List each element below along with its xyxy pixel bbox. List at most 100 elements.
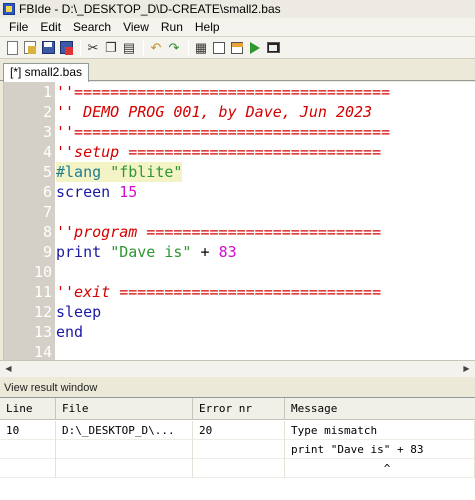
result-row[interactable]: ^ — [0, 459, 475, 478]
result-cell — [56, 459, 193, 478]
line-number: 10 — [33, 263, 52, 281]
code-token: ''=================================== — [56, 83, 391, 101]
window-title: FBIde - D:\_DESKTOP_D\D-CREATE\small2.ba… — [19, 2, 281, 16]
result-cell — [193, 440, 285, 459]
copy-icon: ❐ — [105, 39, 117, 55]
code-editor[interactable]: 1 ''=================================== 2 '… — [3, 82, 475, 360]
compile-button[interactable] — [229, 40, 245, 56]
code-token: sleep — [56, 303, 102, 321]
column-header-message[interactable]: Message — [285, 398, 475, 420]
close-file-button[interactable] — [58, 40, 74, 56]
code-line[interactable]: 1 ''=================================== — [4, 82, 475, 102]
result-cell: 20 — [193, 421, 285, 440]
result-row[interactable]: 10 D:\_DESKTOP_D\... 20 Type mismatch — [0, 421, 475, 440]
window-split-button[interactable] — [211, 40, 227, 56]
tab-small2-bas[interactable]: [*] small2.bas — [3, 63, 90, 82]
code-token: print — [56, 243, 111, 261]
code-line[interactable]: 4 ''setup ============================ — [4, 142, 475, 162]
code-line[interactable]: 8 ''program ========================== — [4, 222, 475, 242]
result-cell — [0, 459, 56, 478]
code-line[interactable]: 6 screen 15 — [4, 182, 475, 202]
editor-horizontal-scrollbar[interactable]: ◀ ▶ — [0, 360, 475, 377]
code-token: #lang — [56, 163, 111, 181]
column-header-error-nr[interactable]: Error nr — [193, 398, 285, 420]
paste-button[interactable]: ▤ — [121, 40, 137, 56]
fbide-app-icon — [3, 3, 15, 15]
window-button[interactable]: ▦ — [193, 40, 209, 56]
undo-button[interactable]: ↶ — [148, 40, 164, 56]
code-line[interactable]: 11 ''exit ============================= — [4, 282, 475, 302]
column-header-file[interactable]: File — [56, 398, 193, 420]
toolbar-separator — [143, 39, 144, 56]
line-number: 7 — [42, 203, 52, 221]
menu-file[interactable]: File — [3, 18, 34, 37]
code-token: "Dave is" — [110, 243, 192, 261]
code-text: ''=================================== — [56, 82, 390, 102]
compile-icon — [231, 41, 243, 54]
menu-search[interactable]: Search — [67, 18, 117, 37]
result-cell — [0, 440, 56, 459]
code-line[interactable]: 14 — [4, 342, 475, 360]
line-number: 4 — [42, 143, 52, 161]
code-token: '' DEMO PROG 001, by Dave, Jun 2023 — [56, 103, 373, 121]
code-line[interactable]: 5 #lang "fblite" — [4, 162, 475, 182]
column-header-line[interactable]: Line — [0, 398, 56, 420]
code-token: end — [56, 323, 84, 341]
result-cell: D:\_DESKTOP_D\... — [56, 421, 193, 440]
code-line[interactable]: 10 — [4, 262, 475, 282]
scroll-right-icon[interactable]: ▶ — [458, 361, 475, 377]
save-button[interactable] — [40, 40, 56, 56]
code-text: end — [56, 322, 83, 342]
code-token: 83 — [218, 243, 237, 261]
result-cell: 10 — [0, 421, 56, 440]
code-text: #lang "fblite" — [56, 162, 183, 182]
toolbar-separator — [80, 39, 81, 56]
result-cell: Type mismatch — [285, 421, 475, 440]
result-window-title: View result window — [0, 380, 475, 396]
menu-view[interactable]: View — [117, 18, 155, 37]
cut-button[interactable]: ✂ — [85, 40, 101, 56]
result-cell — [193, 459, 285, 478]
line-number: 13 — [33, 323, 52, 341]
line-number: 14 — [33, 343, 52, 360]
code-line[interactable]: 9 print "Dave is" + 83 — [4, 242, 475, 262]
code-text: ''program ========================== — [56, 222, 381, 242]
code-token: "fblite" — [110, 163, 183, 181]
result-cell: print "Dave is" + 83 — [285, 440, 475, 459]
line-number: 11 — [33, 283, 52, 301]
close-file-icon — [59, 41, 73, 54]
result-cell — [56, 440, 193, 459]
redo-button[interactable]: ↷ — [166, 40, 182, 56]
code-token: 15 — [119, 183, 138, 201]
copy-button[interactable]: ❐ — [103, 40, 119, 56]
open-file-button[interactable] — [22, 40, 38, 56]
result-row[interactable]: print "Dave is" + 83 — [0, 440, 475, 459]
menu-help[interactable]: Help — [189, 18, 226, 37]
new-file-button[interactable] — [4, 40, 20, 56]
code-token: ''=================================== — [56, 123, 391, 141]
code-line[interactable]: 3 ''=================================== — [4, 122, 475, 142]
terminal-button[interactable] — [265, 40, 281, 56]
run-icon — [250, 41, 260, 54]
terminal-icon — [266, 42, 280, 53]
code-line[interactable]: 13 end — [4, 322, 475, 342]
code-text: print "Dave is" + 83 — [56, 242, 237, 262]
scroll-left-icon[interactable]: ◀ — [0, 361, 17, 377]
code-line[interactable]: 7 — [4, 202, 475, 222]
line-number: 9 — [42, 243, 52, 261]
line-number: 6 — [42, 183, 52, 201]
menu-run[interactable]: Run — [155, 18, 189, 37]
undo-icon: ↶ — [150, 39, 162, 55]
window-icon: ▦ — [194, 39, 208, 55]
toolbar: ✂ ❐ ▤ ↶ ↷ ▦ — [0, 37, 475, 59]
menu-edit[interactable]: Edit — [34, 18, 67, 37]
code-text: sleep — [56, 302, 101, 322]
result-table-header: Line File Error nr Message — [0, 398, 475, 420]
code-line[interactable]: 12 sleep — [4, 302, 475, 322]
toolbar-separator — [188, 39, 189, 56]
run-button[interactable] — [247, 40, 263, 56]
editor-tab-strip: [*] small2.bas — [0, 60, 475, 82]
paste-icon: ▤ — [122, 39, 136, 55]
code-line[interactable]: 2 '' DEMO PROG 001, by Dave, Jun 2023 — [4, 102, 475, 122]
code-text: '' DEMO PROG 001, by Dave, Jun 2023 — [56, 102, 372, 122]
